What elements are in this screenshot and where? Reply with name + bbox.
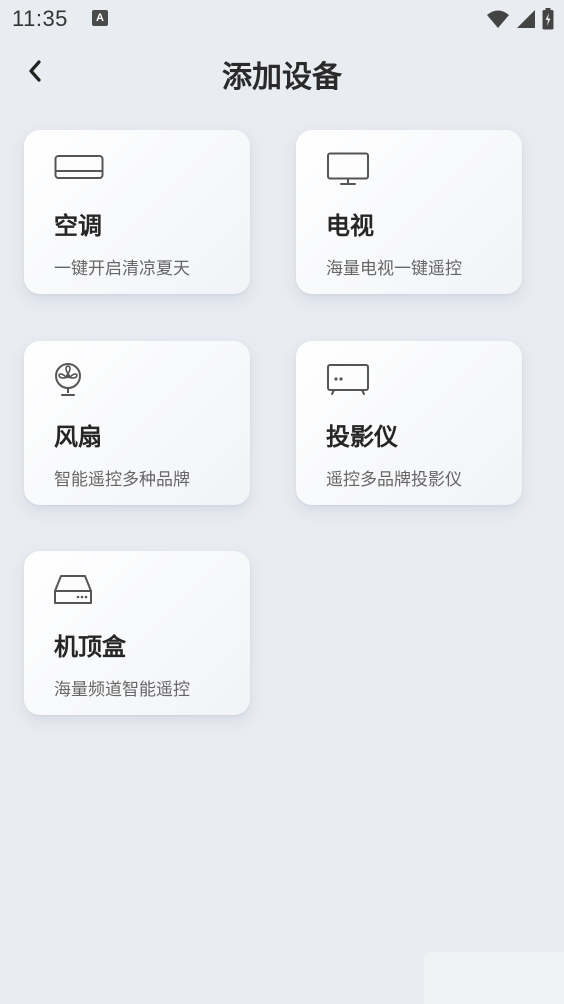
device-title: 投影仪	[326, 423, 398, 451]
device-desc: 智能遥控多种品牌	[54, 470, 190, 490]
fan-icon	[55, 363, 81, 396]
header: 添加设备	[0, 40, 564, 110]
device-card-tv[interactable]: 电视 海量电视一键遥控	[296, 130, 522, 294]
projector-icon	[327, 364, 369, 395]
page-title: 添加设备	[222, 60, 342, 95]
battery-icon	[542, 8, 554, 30]
wifi-icon	[487, 10, 509, 28]
device-desc: 海量电视一键遥控	[326, 259, 462, 279]
device-title: 风扇	[54, 423, 102, 451]
device-desc: 海量频道智能遥控	[54, 680, 190, 700]
device-card-projector[interactable]: 投影仪 遥控多品牌投影仪	[296, 341, 522, 505]
tv-icon	[327, 152, 369, 185]
status-time: 11:35	[12, 6, 68, 31]
cell-signal-icon	[517, 10, 535, 28]
notification-icon: A	[92, 10, 108, 26]
status-icons	[486, 8, 554, 30]
device-card-set-top-box[interactable]: 机顶盒 海量频道智能遥控	[24, 551, 250, 715]
device-desc: 遥控多品牌投影仪	[326, 470, 462, 490]
device-card-air-conditioner[interactable]: 空调 一键开启清凉夏天	[24, 130, 250, 294]
device-title: 空调	[54, 212, 102, 240]
device-title: 机顶盒	[54, 633, 126, 661]
corner-overlay	[424, 952, 564, 1004]
air-conditioner-icon	[54, 155, 104, 179]
status-bar: 11:35 A	[0, 0, 564, 40]
set-top-box-icon	[54, 575, 92, 604]
device-card-fan[interactable]: 风扇 智能遥控多种品牌	[24, 341, 250, 505]
device-title: 电视	[326, 212, 374, 240]
device-desc: 一键开启清凉夏天	[54, 259, 190, 279]
